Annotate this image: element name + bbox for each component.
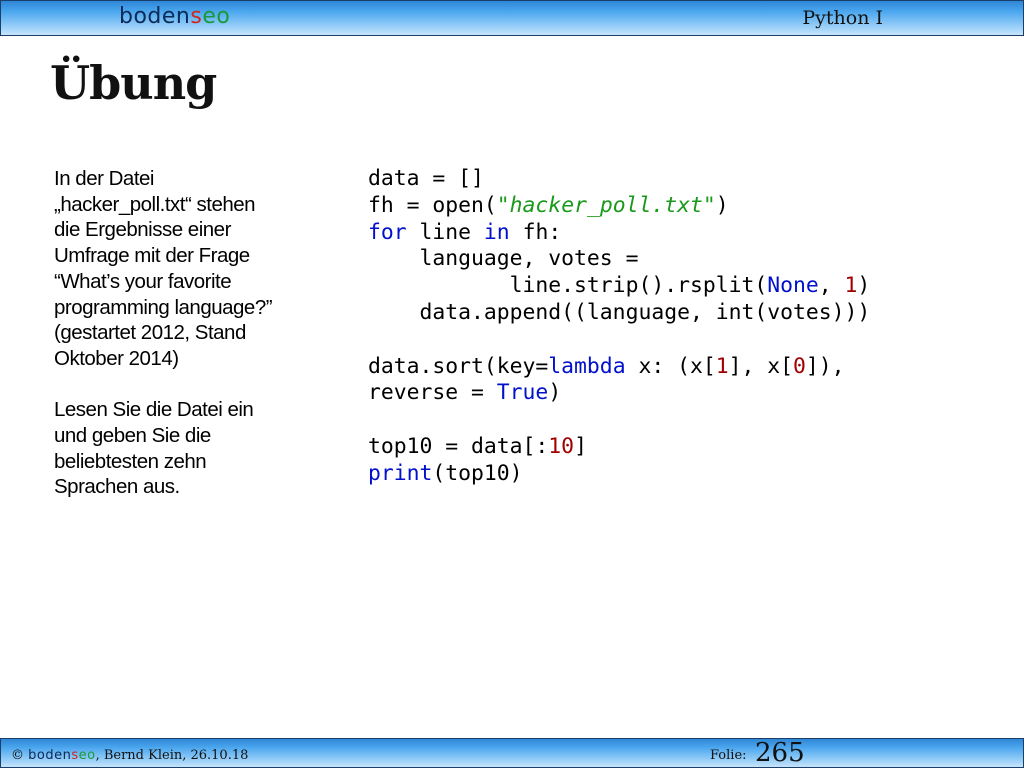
code-line: data = [] — [368, 166, 484, 191]
code-line: language, votes = — [368, 246, 639, 272]
code-token: , — [818, 273, 845, 299]
code-token: lambda — [548, 353, 626, 379]
code-token: top10 = data[: — [368, 433, 549, 459]
code-token: x: (x[ — [625, 353, 716, 379]
logo-part-s: s — [71, 748, 79, 763]
code-token: ) — [857, 273, 871, 299]
logo-part-eo: eo — [78, 748, 96, 763]
code-token: fh = open( — [368, 192, 497, 218]
code-token: data.sort(key= — [368, 353, 549, 379]
author-date: , Bernd Klein, 26.10.18 — [95, 748, 249, 763]
logo-part-eo: eo — [202, 4, 231, 29]
logo-part-s: s — [190, 4, 203, 29]
copyright-symbol: © — [11, 748, 24, 763]
logo-part-boden: boden — [28, 748, 72, 763]
code-token: ) — [548, 380, 562, 406]
code-line: data.append((language, int(votes))) — [368, 299, 871, 325]
code-token: fh: — [509, 219, 562, 245]
code-token: language, votes = — [368, 246, 639, 272]
code-token: ] — [574, 433, 587, 459]
code-token: 1 — [844, 273, 858, 299]
course-title: Python I — [802, 7, 883, 29]
code-token: 10 — [548, 433, 575, 459]
task-paragraph: In der Datei „hacker_poll.txt“ stehen di… — [54, 167, 273, 370]
task-paragraph: Lesen Sie die Datei ein und geben Sie di… — [54, 398, 254, 499]
task-description: In der Datei „hacker_poll.txt“ stehen di… — [54, 166, 334, 500]
code-line: reverse = True) — [368, 380, 561, 405]
code-token: ) — [715, 192, 729, 218]
code-token: None — [767, 273, 819, 299]
code-token: 1 — [715, 353, 729, 379]
code-token: for — [368, 219, 407, 245]
code-token: data.append((language, int(votes))) — [368, 299, 871, 325]
logo-part-boden: boden — [119, 4, 191, 29]
footer-copyright: © bodenseo, Bernd Klein, 26.10.18 — [11, 748, 248, 763]
code-line: top10 = data[:10] — [368, 434, 587, 459]
code-line: line.strip().rsplit(None, 1) — [368, 273, 871, 299]
code-token: line — [406, 219, 484, 245]
code-token: data = [] — [368, 166, 484, 191]
slide-title: Übung — [50, 56, 217, 110]
code-token: True — [496, 380, 549, 406]
code-token: ]), — [805, 353, 845, 379]
code-line: fh = open("hacker_poll.txt") — [368, 193, 729, 218]
code-token: ], x[ — [728, 353, 794, 379]
code-token: in — [483, 219, 510, 245]
folio-label: Folie: — [710, 748, 747, 763]
code-token: (top10) — [432, 460, 523, 486]
code-line: data.sort(key=lambda x: (x[1], x[0]), — [368, 354, 845, 379]
code-line: print(top10) — [368, 461, 523, 486]
code-token: 0 — [793, 353, 806, 379]
code-token: reverse = — [368, 380, 497, 406]
code-line: for line in fh: — [368, 220, 561, 245]
slide-header: bodenseo Python I — [0, 0, 1024, 36]
page-number: 265 — [755, 738, 805, 768]
code-token: line.strip().rsplit( — [368, 273, 768, 299]
bodenseo-logo: bodenseo — [119, 4, 230, 29]
slide-footer: © bodenseo, Bernd Klein, 26.10.18 Folie:… — [0, 738, 1024, 768]
code-token: "hacker_poll.txt" — [496, 192, 716, 218]
code-token: print — [368, 460, 433, 486]
code-block: data = [] fh = open("hacker_poll.txt") f… — [368, 166, 870, 488]
footer-logo: bodenseo — [28, 748, 95, 763]
